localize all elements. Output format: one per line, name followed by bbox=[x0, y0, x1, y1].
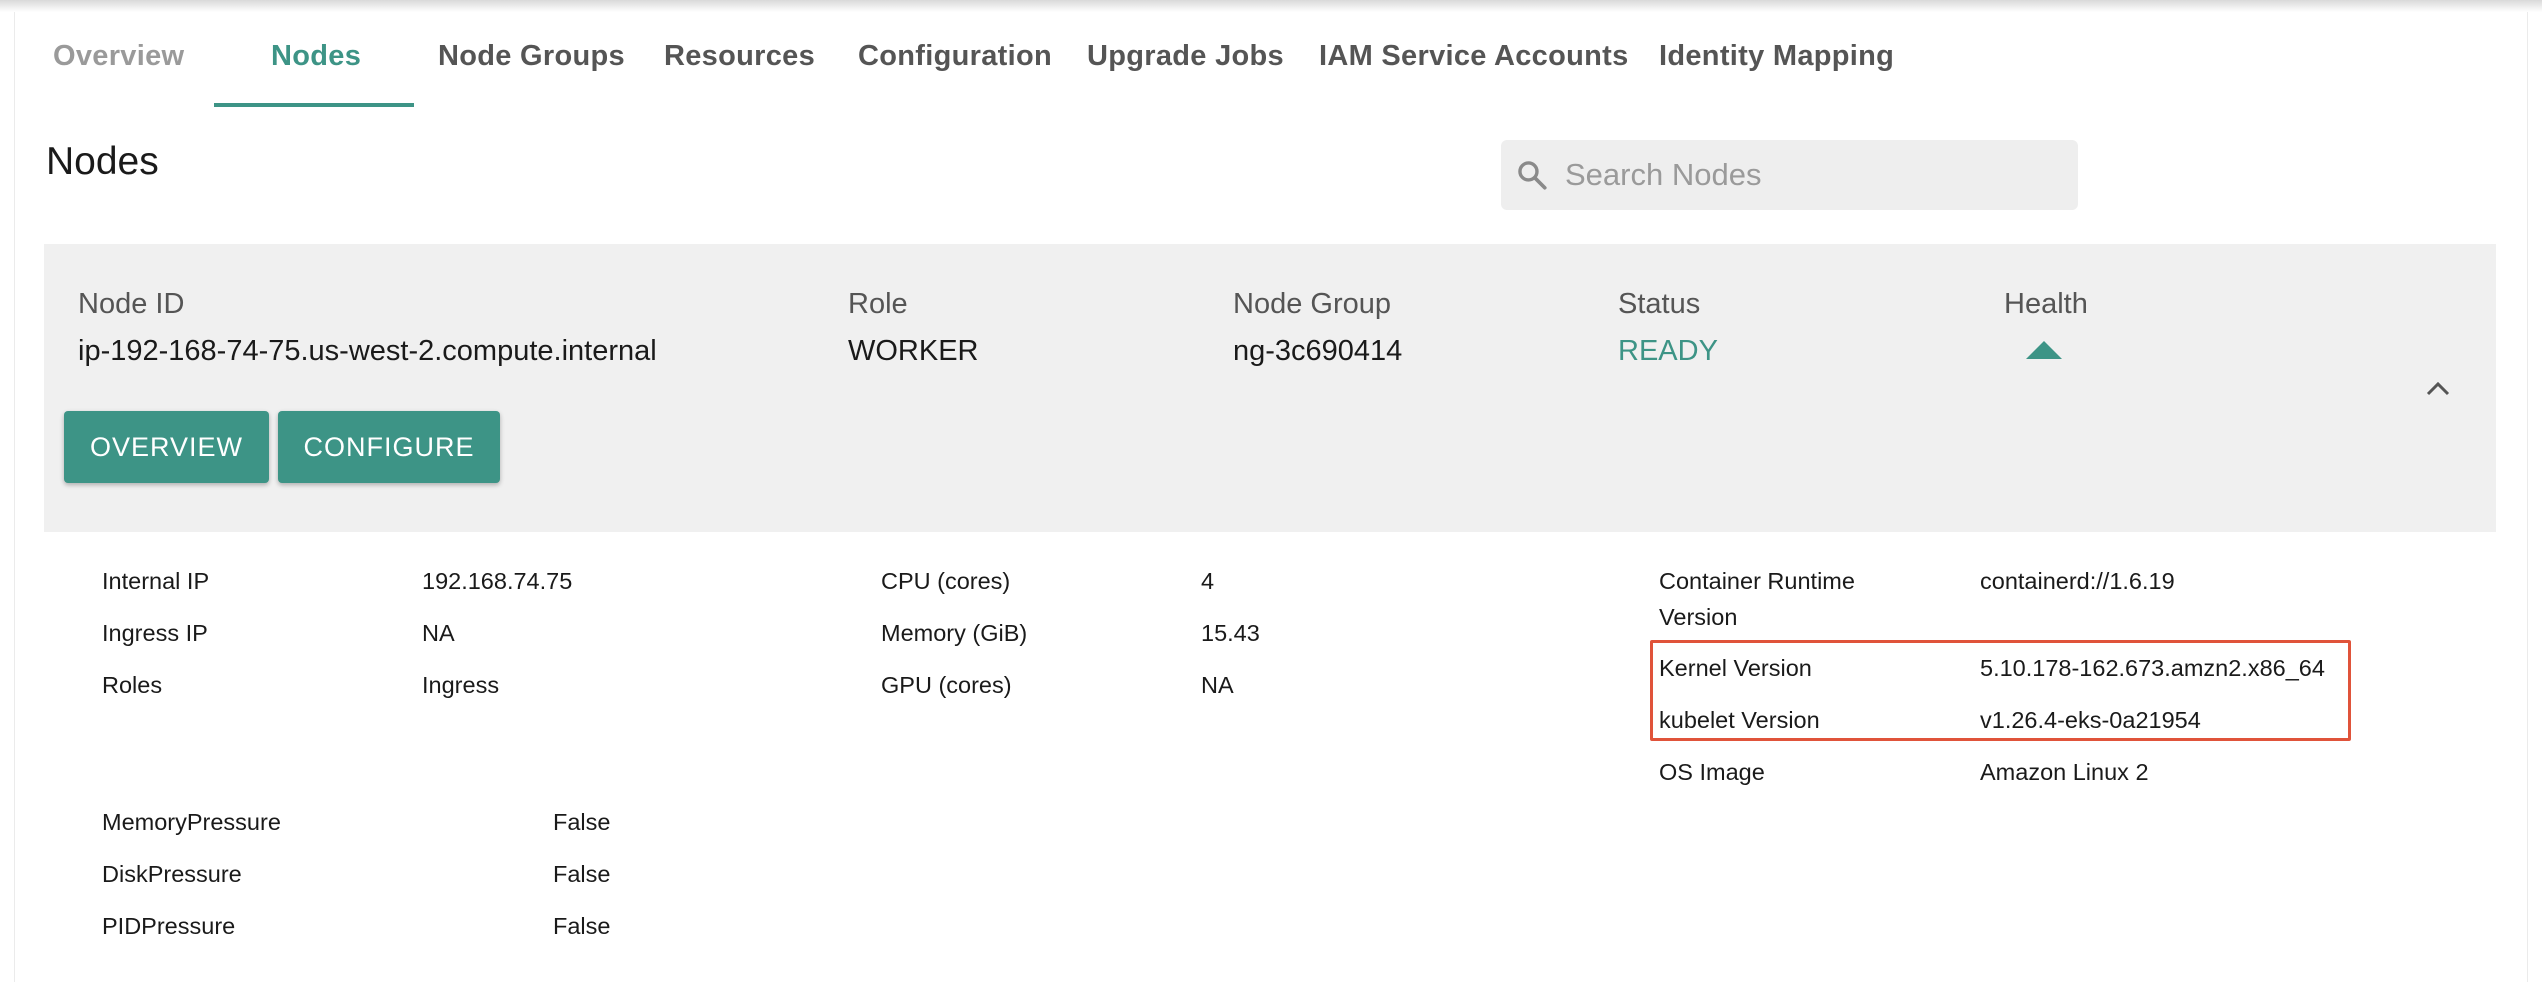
detail-value: Amazon Linux 2 bbox=[1980, 759, 2149, 785]
detail-label: OS Image bbox=[1659, 759, 1765, 785]
chevron-up-icon[interactable] bbox=[2424, 378, 2452, 398]
health-field: Health bbox=[2004, 288, 2088, 359]
tab-configuration[interactable]: Configuration bbox=[858, 40, 1052, 73]
detail-label: GPU (cores) bbox=[881, 672, 1012, 698]
highlight-annotation-box bbox=[1650, 640, 2351, 741]
node-id-field: Node ID ip-192-168-74-75.us-west-2.compu… bbox=[78, 288, 657, 368]
node-group-value: ng-3c690414 bbox=[1233, 335, 1403, 367]
detail-value: containerd://1.6.19 bbox=[1980, 568, 2175, 594]
tab-overview[interactable]: Overview bbox=[53, 40, 184, 73]
search-input[interactable]: Search Nodes bbox=[1501, 140, 2078, 210]
detail-label: Roles bbox=[102, 672, 163, 698]
search-icon bbox=[1515, 158, 1549, 192]
detail-value: Ingress bbox=[422, 672, 500, 698]
node-details: Internal IP 192.168.74.75 Ingress IP NA … bbox=[44, 532, 2496, 982]
triangle-up-icon bbox=[2026, 341, 2062, 359]
node-card: Node ID ip-192-168-74-75.us-west-2.compu… bbox=[44, 244, 2496, 532]
tab-identity-mapping[interactable]: Identity Mapping bbox=[1659, 40, 1894, 73]
role-label: Role bbox=[848, 288, 908, 320]
condition-value: False bbox=[553, 913, 611, 939]
status-label: Status bbox=[1618, 288, 1701, 320]
top-shadow bbox=[0, 0, 2542, 12]
configure-button[interactable]: CONFIGURE bbox=[278, 411, 500, 483]
condition-value: False bbox=[553, 809, 611, 835]
node-group-label: Node Group bbox=[1233, 288, 1391, 320]
detail-label: CPU (cores) bbox=[881, 568, 1011, 594]
condition-value: False bbox=[553, 861, 611, 887]
detail-label: Memory (GiB) bbox=[881, 620, 1028, 646]
detail-value: NA bbox=[1201, 672, 1234, 698]
detail-label: Ingress IP bbox=[102, 620, 208, 646]
condition-label: PIDPressure bbox=[102, 913, 236, 939]
detail-value: 15.43 bbox=[1201, 620, 1260, 646]
overview-button[interactable]: OVERVIEW bbox=[64, 411, 269, 483]
status-badge: READY bbox=[1618, 335, 1718, 367]
tab-iam-service-accounts[interactable]: IAM Service Accounts bbox=[1319, 40, 1629, 73]
detail-label: Container Runtime Version bbox=[1659, 568, 1855, 630]
detail-label: Internal IP bbox=[102, 568, 210, 594]
node-group-field: Node Group ng-3c690414 bbox=[1233, 288, 1402, 368]
detail-value: 4 bbox=[1201, 568, 1215, 594]
tab-node-groups[interactable]: Node Groups bbox=[438, 40, 625, 73]
page-title: Nodes bbox=[46, 140, 159, 183]
role-field: Role WORKER bbox=[848, 288, 979, 368]
condition-label: DiskPressure bbox=[102, 861, 242, 887]
tab-upgrade-jobs[interactable]: Upgrade Jobs bbox=[1087, 40, 1284, 73]
tab-nodes[interactable]: Nodes bbox=[271, 40, 361, 73]
tab-resources[interactable]: Resources bbox=[664, 40, 815, 73]
tab-bar: Overview Nodes Node Groups Resources Con… bbox=[0, 12, 2542, 108]
active-tab-indicator bbox=[214, 103, 414, 107]
search-placeholder: Search Nodes bbox=[1565, 157, 1762, 192]
condition-label: MemoryPressure bbox=[102, 809, 281, 835]
node-id-label: Node ID bbox=[78, 288, 185, 320]
role-value: WORKER bbox=[848, 335, 979, 367]
detail-value: 192.168.74.75 bbox=[422, 568, 573, 594]
node-id-value: ip-192-168-74-75.us-west-2.compute.inter… bbox=[78, 335, 657, 367]
health-label: Health bbox=[2004, 288, 2088, 320]
detail-value: NA bbox=[422, 620, 455, 646]
status-field: Status READY bbox=[1618, 288, 1718, 368]
